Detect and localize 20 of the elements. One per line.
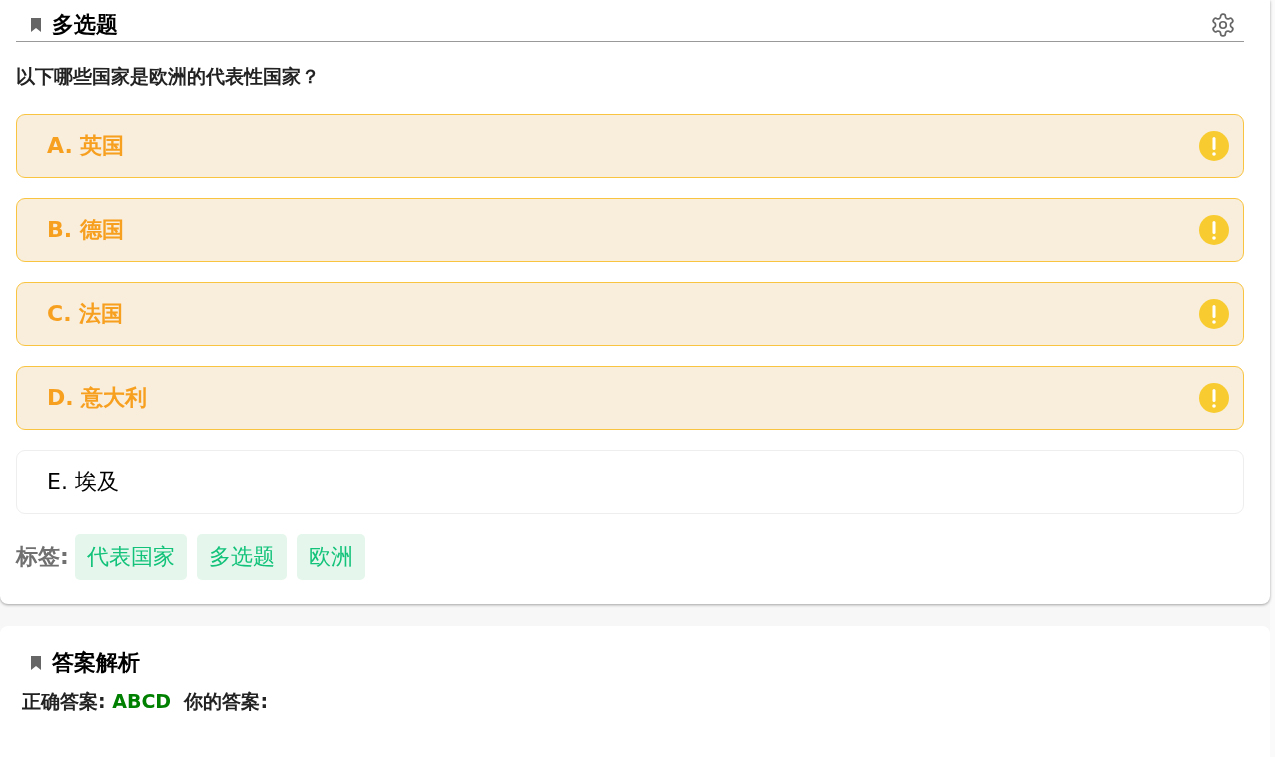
settings-icon[interactable]	[1210, 12, 1236, 38]
answer-option[interactable]: E. 埃及	[16, 450, 1244, 514]
tag: 欧洲	[296, 534, 365, 580]
tag: 多选题	[196, 534, 287, 580]
answer-option[interactable]: B. 德国	[16, 198, 1244, 262]
answer-option[interactable]: C. 法国	[16, 282, 1244, 346]
warning-icon	[1199, 383, 1229, 413]
bookmark-icon	[30, 655, 42, 671]
tag: 代表国家	[74, 534, 187, 580]
question-text: 以下哪些国家是欧洲的代表性国家？	[16, 64, 321, 89]
answer-option[interactable]: D. 意大利	[16, 366, 1244, 430]
answer-option[interactable]: A. 英国	[16, 114, 1244, 178]
bookmark-icon	[30, 17, 42, 33]
section-title: 多选题	[52, 11, 119, 39]
section-title: 答案解析	[52, 649, 140, 677]
answer-summary: 正确答案: ABCD 你的答案:	[21, 689, 269, 714]
tags-label: 标签:	[16, 543, 69, 571]
warning-icon	[1199, 299, 1229, 329]
warning-icon	[1199, 131, 1229, 161]
warning-icon	[1199, 215, 1229, 245]
